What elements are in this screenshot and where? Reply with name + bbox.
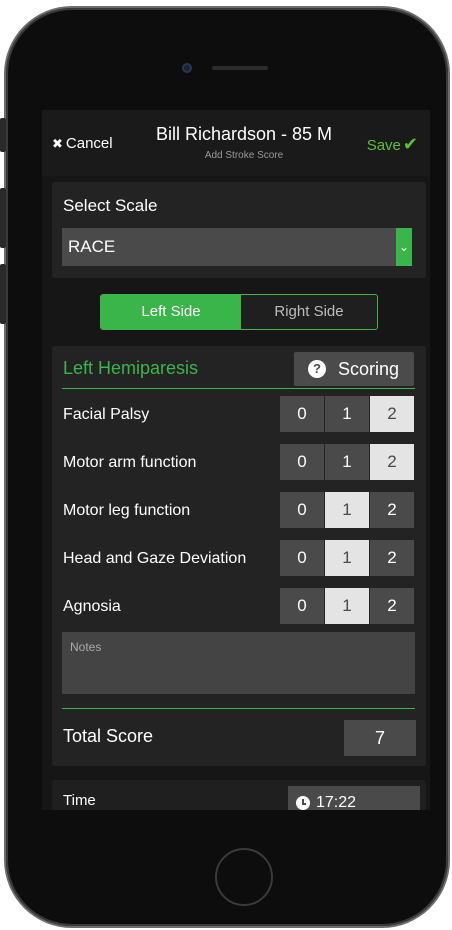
- cancel-label: Cancel: [65, 135, 113, 152]
- item-label-agnosia: Agnosia: [63, 598, 121, 615]
- time-value: 17:22: [316, 794, 357, 810]
- score-option-1[interactable]: 1: [325, 492, 369, 528]
- score-option-0[interactable]: 0: [280, 540, 324, 576]
- notes-placeholder: Notes: [70, 640, 102, 654]
- score-option-2[interactable]: 2: [370, 492, 414, 528]
- total-divider: [62, 708, 415, 709]
- score-option-0[interactable]: 0: [280, 396, 324, 432]
- clock-icon: [296, 796, 310, 810]
- hemiparesis-card: Left Hemiparesis ? Scoring Facial Palsy …: [52, 346, 426, 766]
- save-label: Save: [366, 137, 401, 154]
- mute-switch: [0, 118, 6, 152]
- score-option-2[interactable]: 2: [370, 396, 414, 432]
- score-option-1[interactable]: 1: [325, 540, 369, 576]
- scale-dropdown[interactable]: RACE ⌄: [62, 228, 412, 266]
- app-screen: ✖ Cancel Bill Richardson - 85 M Add Strok…: [42, 110, 430, 810]
- item-label-head-gaze: Head and Gaze Deviation: [63, 550, 247, 567]
- scoring-button[interactable]: ? Scoring: [294, 352, 414, 386]
- earpiece-speaker: [212, 66, 268, 70]
- chevron-down-icon[interactable]: ⌄: [396, 228, 412, 266]
- score-option-0[interactable]: 0: [280, 588, 324, 624]
- section-divider: [62, 388, 415, 389]
- score-option-2[interactable]: 2: [370, 444, 414, 480]
- front-camera-icon: [182, 63, 192, 73]
- patient-title: Bill Richardson - 85 M: [155, 124, 333, 144]
- volume-up-button: [0, 188, 6, 248]
- score-option-1[interactable]: 1: [325, 444, 369, 480]
- score-option-0[interactable]: 0: [280, 492, 324, 528]
- score-option-1[interactable]: 1: [325, 588, 369, 624]
- close-icon: ✖: [52, 136, 63, 151]
- score-group-head-gaze: 0 1 2: [280, 540, 416, 576]
- home-button[interactable]: [215, 848, 273, 906]
- select-scale-label: Select Scale: [63, 196, 158, 215]
- notes-field[interactable]: Notes: [62, 632, 415, 694]
- item-label-facial-palsy: Facial Palsy: [63, 406, 150, 423]
- tab-right-side[interactable]: Right Side: [241, 295, 377, 329]
- help-icon: ?: [308, 360, 326, 378]
- item-label-motor-leg: Motor leg function: [63, 502, 191, 519]
- score-option-2[interactable]: 2: [370, 540, 414, 576]
- page-subtitle: Add Stroke Score: [204, 150, 284, 161]
- side-toggle: Left Side Right Side: [100, 294, 378, 330]
- time-picker[interactable]: 17:22: [288, 786, 420, 810]
- save-button[interactable]: Save ✔: [367, 134, 418, 155]
- scale-selector-card: Select Scale RACE ⌄: [52, 182, 426, 278]
- score-group-motor-arm: 0 1 2: [280, 444, 416, 480]
- score-option-1[interactable]: 1: [325, 396, 369, 432]
- tab-left-side[interactable]: Left Side: [101, 295, 241, 329]
- score-group-motor-leg: 0 1 2: [280, 492, 416, 528]
- time-label: Time: [63, 792, 96, 809]
- total-score-label: Total Score: [63, 726, 154, 746]
- section-title: Left Hemiparesis: [63, 358, 199, 378]
- volume-down-button: [0, 264, 6, 324]
- scoring-label: Scoring: [338, 359, 400, 379]
- navigation-bar: ✖ Cancel Bill Richardson - 85 M Add Strok…: [42, 110, 430, 176]
- score-group-agnosia: 0 1 2: [280, 588, 416, 624]
- time-row: Time 17:22: [52, 780, 426, 810]
- score-option-2[interactable]: 2: [370, 588, 414, 624]
- cancel-button[interactable]: ✖ Cancel: [52, 135, 113, 152]
- total-score-value: 7: [344, 720, 416, 756]
- score-group-facial-palsy: 0 1 2: [280, 396, 416, 432]
- item-label-motor-arm: Motor arm function: [63, 454, 197, 471]
- score-option-0[interactable]: 0: [280, 444, 324, 480]
- checkmark-icon: ✔: [402, 134, 418, 154]
- scale-dropdown-value: RACE: [68, 237, 116, 256]
